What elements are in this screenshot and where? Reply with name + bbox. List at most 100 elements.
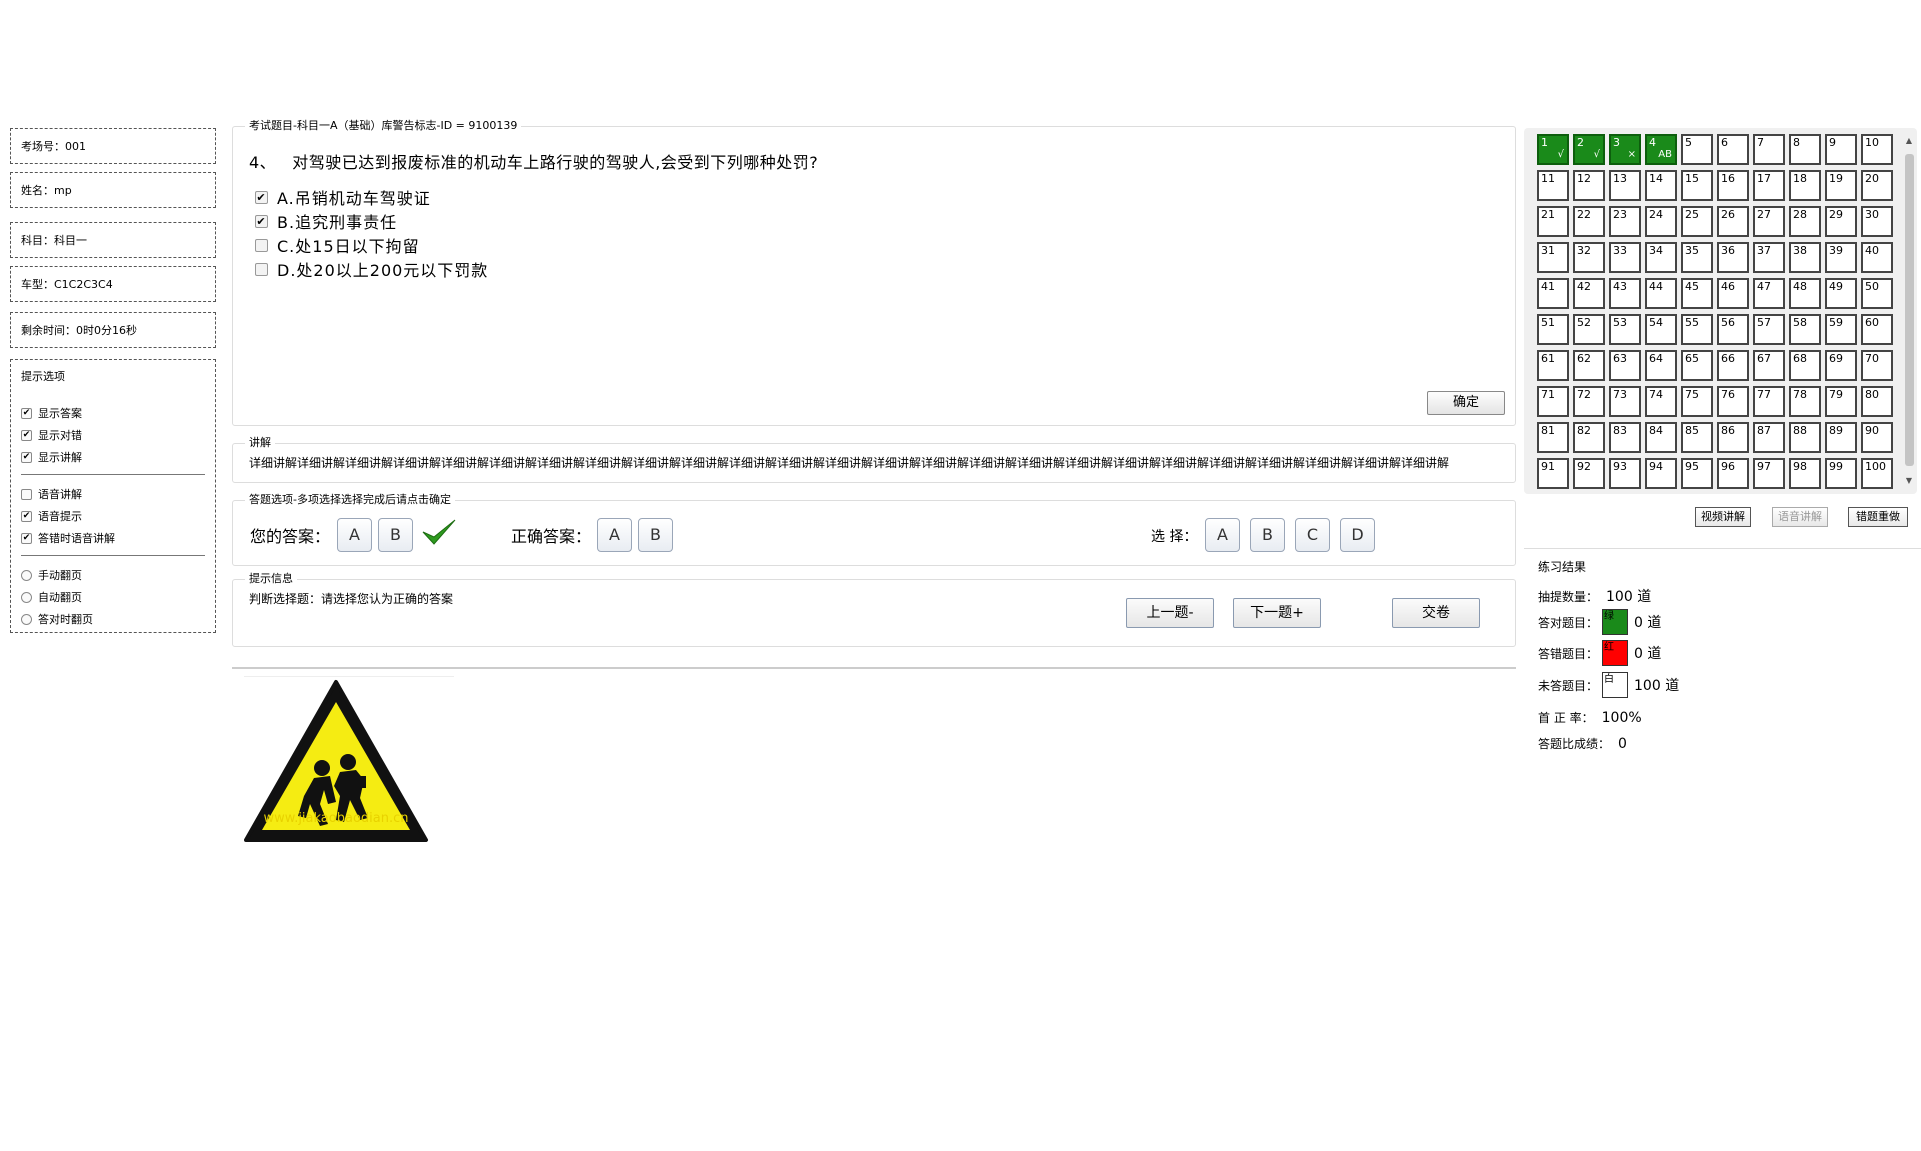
question-grid-cell[interactable]: 58 <box>1789 314 1821 345</box>
question-grid-cell[interactable]: 61 <box>1537 350 1569 381</box>
question-grid-cell[interactable]: 60 <box>1861 314 1893 345</box>
question-grid-cell[interactable]: 59 <box>1825 314 1857 345</box>
question-grid-cell[interactable]: 52 <box>1573 314 1605 345</box>
question-grid-cell[interactable]: 23 <box>1609 206 1641 237</box>
question-grid-cell[interactable]: 37 <box>1753 242 1785 273</box>
question-grid-cell[interactable]: 48 <box>1789 278 1821 309</box>
question-grid-cell[interactable]: 40 <box>1861 242 1893 273</box>
question-grid-cell[interactable]: 2 √ <box>1573 134 1605 165</box>
question-grid-cell[interactable]: 78 <box>1789 386 1821 417</box>
select-option-c[interactable]: C <box>1295 518 1330 552</box>
question-grid-cell[interactable]: 54 <box>1645 314 1677 345</box>
question-grid-cell[interactable]: 42 <box>1573 278 1605 309</box>
question-grid-cell[interactable]: 86 <box>1717 422 1749 453</box>
question-grid-cell[interactable]: 44 <box>1645 278 1677 309</box>
question-grid-cell[interactable]: 16 <box>1717 170 1749 201</box>
question-grid-cell[interactable]: 63 <box>1609 350 1641 381</box>
question-grid-cell[interactable]: 83 <box>1609 422 1641 453</box>
radio-icon[interactable] <box>21 591 32 603</box>
checkbox-checked-icon[interactable]: ✔ <box>21 510 32 522</box>
select-option-a[interactable]: A <box>1205 518 1240 552</box>
question-grid-cell[interactable]: 71 <box>1537 386 1569 417</box>
question-grid-cell[interactable]: 72 <box>1573 386 1605 417</box>
question-grid-cell[interactable]: 22 <box>1573 206 1605 237</box>
question-grid-cell[interactable]: 94 <box>1645 458 1677 489</box>
question-grid-cell[interactable]: 49 <box>1825 278 1857 309</box>
prev-question-button[interactable]: 上一题- <box>1126 598 1214 628</box>
option-voice-on-wrong[interactable]: ✔ 答错时语音讲解 <box>21 527 205 549</box>
question-grid-cell[interactable]: 39 <box>1825 242 1857 273</box>
question-grid-cell[interactable]: 27 <box>1753 206 1785 237</box>
question-grid-cell[interactable]: 93 <box>1609 458 1641 489</box>
question-grid-cell[interactable]: 75 <box>1681 386 1713 417</box>
choice-b[interactable]: ✔ B.追究刑事责任 <box>255 209 488 233</box>
question-grid-cell[interactable]: 31 <box>1537 242 1569 273</box>
question-grid-cell[interactable]: 25 <box>1681 206 1713 237</box>
question-grid-cell[interactable]: 65 <box>1681 350 1713 381</box>
question-grid-cell[interactable]: 35 <box>1681 242 1713 273</box>
question-grid-cell[interactable]: 18 <box>1789 170 1821 201</box>
question-grid-cell[interactable]: 5 <box>1681 134 1713 165</box>
checkbox-checked-icon[interactable]: ✔ <box>255 190 268 204</box>
question-grid-cell[interactable]: 74 <box>1645 386 1677 417</box>
question-grid-cell[interactable]: 55 <box>1681 314 1713 345</box>
question-grid-cell[interactable]: 14 <box>1645 170 1677 201</box>
question-grid-cell[interactable]: 79 <box>1825 386 1857 417</box>
submit-exam-button[interactable]: 交卷 <box>1392 598 1480 628</box>
radio-page-on-correct[interactable]: 答对时翻页 <box>21 608 205 630</box>
question-grid-cell[interactable]: 20 <box>1861 170 1893 201</box>
question-grid-cell[interactable]: 13 <box>1609 170 1641 201</box>
question-grid-cell[interactable]: 36 <box>1717 242 1749 273</box>
next-question-button[interactable]: 下一题+ <box>1233 598 1321 628</box>
confirm-button[interactable]: 确定 <box>1427 391 1505 415</box>
question-grid-cell[interactable]: 50 <box>1861 278 1893 309</box>
question-grid-cell[interactable]: 62 <box>1573 350 1605 381</box>
checkbox-checked-icon[interactable]: ✔ <box>21 407 32 419</box>
question-grid-cell[interactable]: 87 <box>1753 422 1785 453</box>
choice-a[interactable]: ✔ A.吊销机动车驾驶证 <box>255 185 488 209</box>
question-grid-cell[interactable]: 10 <box>1861 134 1893 165</box>
question-grid-cell[interactable]: 43 <box>1609 278 1641 309</box>
question-grid-cell[interactable]: 33 <box>1609 242 1641 273</box>
question-grid-cell[interactable]: 38 <box>1789 242 1821 273</box>
question-grid-cell[interactable]: 81 <box>1537 422 1569 453</box>
question-grid-cell[interactable]: 21 <box>1537 206 1569 237</box>
option-show-answer[interactable]: ✔ 显示答案 <box>21 402 205 424</box>
question-grid-cell[interactable]: 82 <box>1573 422 1605 453</box>
question-grid-cell[interactable]: 9 <box>1825 134 1857 165</box>
question-grid-cell[interactable]: 92 <box>1573 458 1605 489</box>
question-grid-cell[interactable]: 29 <box>1825 206 1857 237</box>
question-grid-cell[interactable]: 66 <box>1717 350 1749 381</box>
question-grid-cell[interactable]: 53 <box>1609 314 1641 345</box>
question-grid-cell[interactable]: 19 <box>1825 170 1857 201</box>
checkbox-unchecked-icon[interactable] <box>255 238 268 252</box>
radio-icon[interactable] <box>21 613 32 625</box>
question-grid-cell[interactable]: 7 <box>1753 134 1785 165</box>
question-grid-cell[interactable]: 77 <box>1753 386 1785 417</box>
question-grid-cell[interactable]: 8 <box>1789 134 1821 165</box>
question-grid-cell[interactable]: 6 <box>1717 134 1749 165</box>
question-grid-cell[interactable]: 89 <box>1825 422 1857 453</box>
scroll-thumb[interactable] <box>1905 154 1914 466</box>
question-grid-cell[interactable]: 26 <box>1717 206 1749 237</box>
question-grid-cell[interactable]: 46 <box>1717 278 1749 309</box>
question-grid-cell[interactable]: 24 <box>1645 206 1677 237</box>
choice-c[interactable]: C.处15日以下拘留 <box>255 233 488 257</box>
question-grid-cell[interactable]: 45 <box>1681 278 1713 309</box>
question-grid-cell[interactable]: 100 <box>1861 458 1893 489</box>
option-voice-explanation[interactable]: 语音讲解 <box>21 483 205 505</box>
checkbox-checked-icon[interactable]: ✔ <box>21 451 32 463</box>
question-grid-cell[interactable]: 15 <box>1681 170 1713 201</box>
checkbox-unchecked-icon[interactable] <box>255 262 268 276</box>
question-grid-cell[interactable]: 32 <box>1573 242 1605 273</box>
select-option-d[interactable]: D <box>1340 518 1375 552</box>
question-grid-cell[interactable]: 76 <box>1717 386 1749 417</box>
radio-auto-page[interactable]: 自动翻页 <box>21 586 205 608</box>
redo-wrong-button[interactable]: 错题重做 <box>1848 507 1908 527</box>
checkbox-checked-icon[interactable]: ✔ <box>255 214 268 228</box>
question-grid-cell[interactable]: 3 × <box>1609 134 1641 165</box>
checkbox-unchecked-icon[interactable] <box>21 488 32 500</box>
video-explanation-button[interactable]: 视频讲解 <box>1695 507 1751 527</box>
question-grid-cell[interactable]: 56 <box>1717 314 1749 345</box>
question-grid-cell[interactable]: 96 <box>1717 458 1749 489</box>
